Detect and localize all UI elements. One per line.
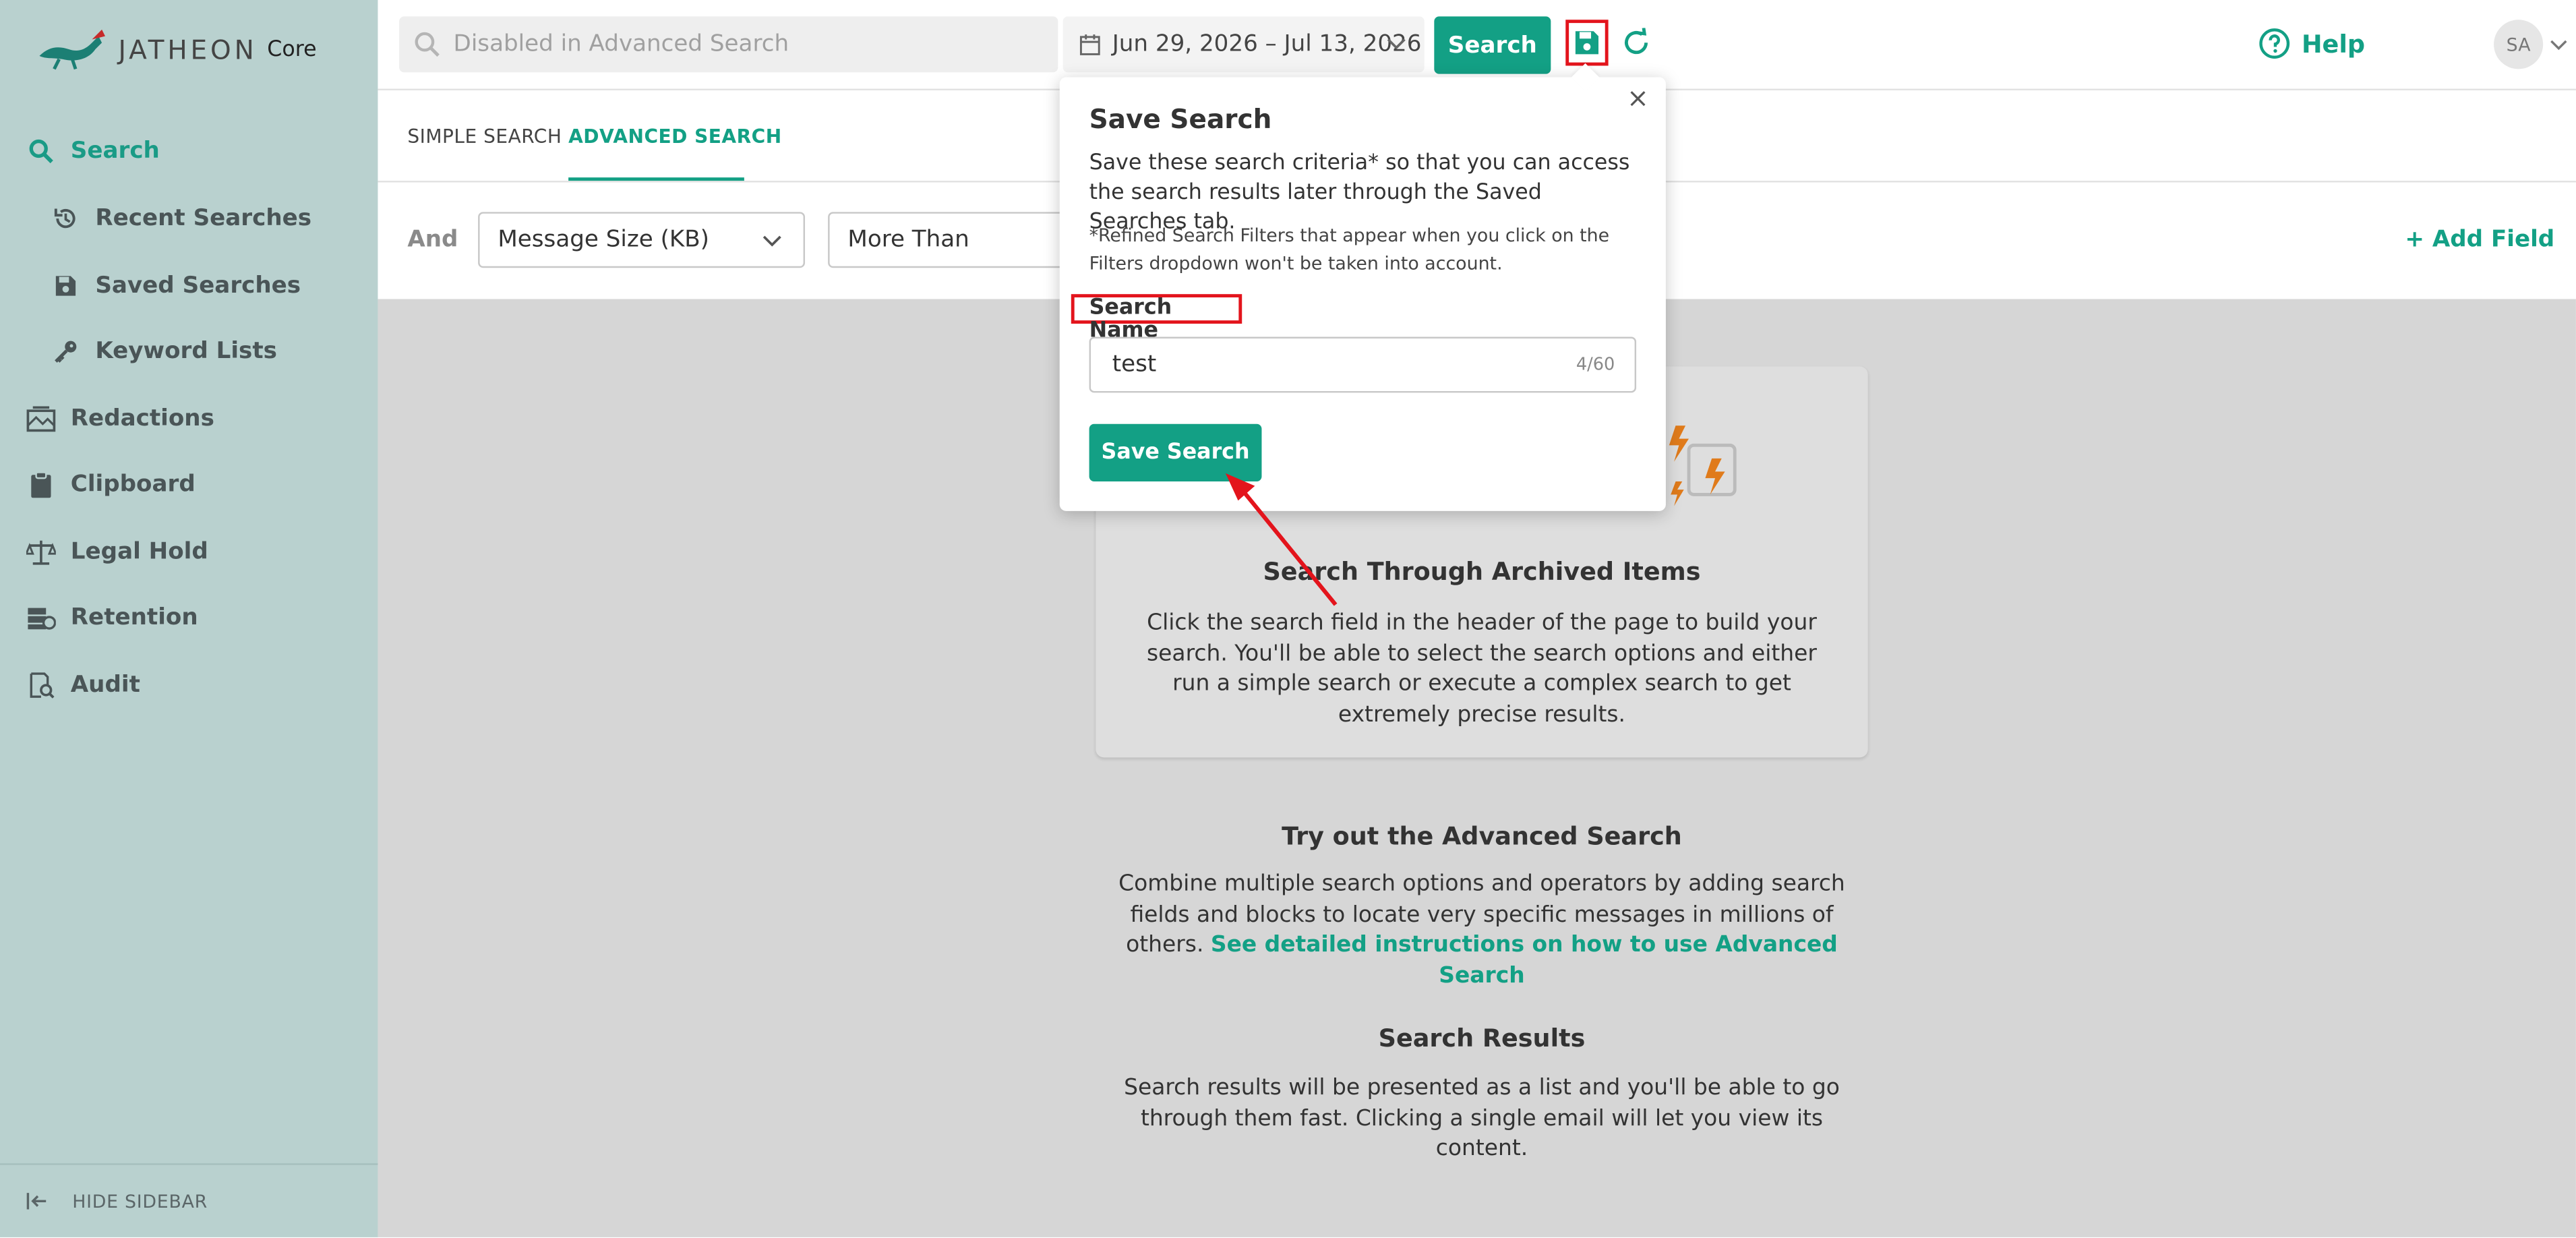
sidebar-item-saved-searches[interactable]: Saved Searches: [51, 268, 301, 304]
tab-simple-search[interactable]: SIMPLE SEARCH: [407, 125, 562, 148]
sidebar-item-audit[interactable]: Audit: [26, 667, 140, 703]
logo-text: JATHEON: [118, 33, 258, 65]
chevron-down-icon: [760, 229, 783, 252]
floppy-disk-icon: [51, 271, 81, 301]
save-search-popover: × Save Search Save these search criteria…: [1059, 63, 1666, 511]
help-label: Help: [2301, 28, 2366, 59]
history-icon: [51, 204, 81, 233]
avatar[interactable]: SA: [2494, 20, 2544, 69]
advanced-section-body: Combine multiple search options and oper…: [1096, 869, 1867, 991]
search-icon: [26, 136, 56, 166]
condition-select-value: More Than: [847, 227, 969, 254]
date-range-value: Jun 29, 2026 – Jul 13, 2026: [1112, 31, 1422, 58]
sidebar: JATHEON Core Search Recent Searches Save…: [0, 0, 378, 1237]
chevron-down-icon: [1385, 31, 1408, 54]
sidebar-item-label: Audit: [70, 672, 140, 699]
results-section-body: Search results will be presented as a li…: [1124, 1074, 1840, 1162]
card-body: Click the search field in the header of …: [1147, 610, 1817, 728]
help-circle-icon: [2259, 28, 2290, 59]
sidebar-item-label: Legal Hold: [70, 539, 208, 566]
char-counter: 4/60: [1576, 355, 1615, 375]
hide-sidebar-button[interactable]: HIDE SIDEBAR: [0, 1163, 378, 1237]
sidebar-item-clipboard[interactable]: Clipboard: [26, 467, 196, 503]
search-name-field[interactable]: 4/60: [1089, 336, 1637, 393]
card-title: Search Through Archived Items: [1263, 557, 1701, 587]
save-search-button[interactable]: [1565, 20, 1609, 66]
active-tab-indicator: [568, 177, 744, 181]
search-name-input[interactable]: [1108, 350, 1543, 380]
sidebar-item-search[interactable]: Search: [26, 133, 160, 169]
hide-sidebar-label: HIDE SIDEBAR: [72, 1190, 208, 1212]
jatheon-dragon-icon: [39, 29, 105, 70]
sidebar-item-label: Search: [70, 138, 160, 165]
sidebar-item-recent-searches[interactable]: Recent Searches: [51, 200, 312, 237]
search-input[interactable]: [450, 29, 1015, 59]
advanced-section-title: Try out the Advanced Search: [1282, 821, 1682, 852]
close-icon[interactable]: ×: [1626, 82, 1649, 113]
floppy-disk-icon: [1575, 31, 1599, 55]
sidebar-item-label: Retention: [70, 604, 198, 631]
sidebar-item-label: Redactions: [70, 405, 214, 432]
search-name-label: Search Name: [1071, 294, 1242, 343]
sidebar-item-keyword-lists[interactable]: Keyword Lists: [51, 334, 277, 370]
logo-product: Core: [267, 36, 317, 62]
sidebar-item-retention[interactable]: Retention: [26, 599, 198, 636]
field-select-value: Message Size (KB): [498, 227, 710, 254]
popover-title: Save Search: [1089, 103, 1272, 135]
search-icon: [414, 31, 440, 57]
search-button[interactable]: Search: [1434, 16, 1551, 74]
sidebar-item-label: Recent Searches: [95, 205, 312, 232]
sidebar-item-legal-hold[interactable]: Legal Hold: [26, 534, 208, 570]
operator-label[interactable]: And: [407, 227, 458, 253]
date-range-picker[interactable]: Jun 29, 2026 – Jul 13, 2026: [1062, 16, 1425, 73]
sidebar-item-label: Saved Searches: [95, 272, 301, 299]
advanced-instructions-link[interactable]: See detailed instructions on how to use …: [1211, 932, 1838, 989]
audit-icon: [26, 670, 56, 700]
clipboard-icon: [26, 470, 56, 500]
logo[interactable]: JATHEON Core: [36, 26, 317, 72]
app-root: JATHEON Core Search Recent Searches Save…: [0, 0, 2576, 1237]
add-field-button[interactable]: + Add Field: [2405, 227, 2554, 253]
refresh-button[interactable]: [1621, 28, 1651, 57]
results-section-title: Search Results: [1378, 1024, 1586, 1053]
save-search-submit-button[interactable]: Save Search: [1089, 423, 1262, 481]
calendar-icon: [1079, 33, 1101, 56]
help-link[interactable]: Help: [2259, 28, 2365, 59]
popover-note: *Refined Search Filters that appear when…: [1089, 225, 1610, 274]
lightning-bolts-icon: [1669, 425, 1737, 506]
sidebar-item-label: Keyword Lists: [95, 338, 277, 365]
collapse-arrow-icon: [26, 1191, 49, 1211]
scales-icon: [26, 537, 56, 567]
redaction-icon: [26, 404, 56, 434]
tab-advanced-search[interactable]: ADVANCED SEARCH: [568, 125, 782, 148]
sidebar-item-redactions[interactable]: Redactions: [26, 401, 214, 438]
key-icon: [51, 337, 81, 367]
global-search[interactable]: [399, 16, 1058, 73]
retention-icon: [26, 603, 56, 632]
field-select[interactable]: Message Size (KB): [478, 212, 806, 268]
chevron-down-icon[interactable]: [2550, 36, 2568, 55]
condition-select[interactable]: More Than: [828, 212, 1067, 268]
sidebar-item-label: Clipboard: [70, 471, 196, 498]
refresh-icon: [1625, 28, 1648, 55]
